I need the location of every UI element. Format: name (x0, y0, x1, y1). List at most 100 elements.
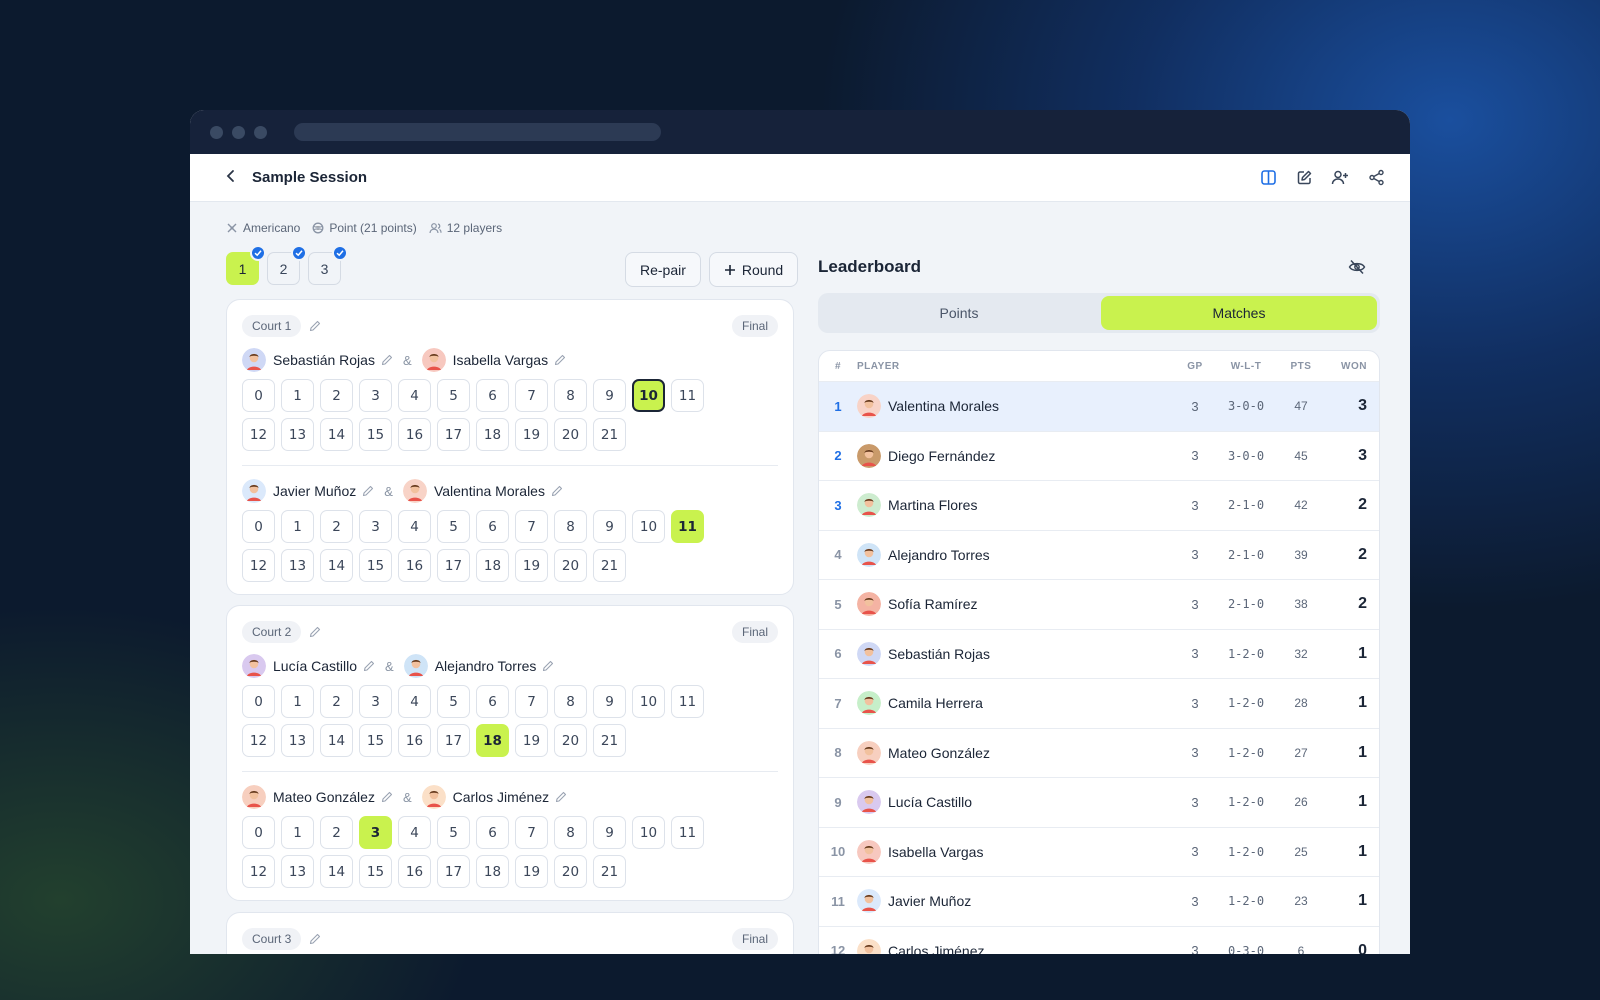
score-button[interactable]: 9 (593, 510, 626, 543)
score-button[interactable]: 15 (359, 418, 392, 451)
score-button[interactable]: 1 (281, 379, 314, 412)
table-row[interactable]: 4 Alejandro Torres 3 2-1-0 39 2 (819, 529, 1379, 580)
table-row[interactable]: 7 Camila Herrera 3 1-2-0 28 1 (819, 678, 1379, 728)
score-button[interactable]: 3 (359, 816, 392, 849)
score-button[interactable]: 16 (398, 855, 431, 888)
score-button[interactable]: 6 (476, 816, 509, 849)
score-button[interactable]: 11 (671, 816, 704, 849)
score-button[interactable]: 10 (632, 816, 665, 849)
window-dot[interactable] (210, 125, 223, 139)
score-button[interactable]: 12 (242, 418, 275, 451)
round-tab-2[interactable]: 2 (267, 245, 307, 285)
score-button[interactable]: 7 (515, 685, 548, 718)
score-button[interactable]: 10 (632, 510, 665, 543)
score-button[interactable]: 14 (320, 724, 353, 757)
window-dot[interactable] (254, 125, 267, 139)
score-button[interactable]: 9 (593, 685, 626, 718)
score-button[interactable]: 18 (476, 549, 509, 582)
split-view-button[interactable] (1258, 168, 1278, 188)
score-button[interactable]: 16 (398, 724, 431, 757)
back-button[interactable] (224, 167, 248, 188)
score-button[interactable]: 20 (554, 855, 587, 888)
table-row[interactable]: 6 Sebastián Rojas 3 1-2-0 32 1 (819, 628, 1379, 679)
edit-player-button[interactable] (381, 354, 393, 366)
score-button[interactable]: 21 (593, 855, 626, 888)
table-row[interactable]: 2 Diego Fernández 3 3-0-0 45 3 (819, 430, 1379, 481)
add-round-button[interactable]: Round (708, 252, 799, 287)
score-button[interactable]: 6 (476, 379, 509, 412)
score-button[interactable]: 2 (320, 510, 353, 543)
score-button[interactable]: 2 (320, 379, 353, 412)
score-button[interactable]: 4 (398, 379, 431, 412)
edit-player-button[interactable] (542, 660, 554, 672)
add-player-button[interactable] (1330, 168, 1350, 188)
edit-button[interactable] (1294, 168, 1314, 188)
re-pair-button[interactable]: Re-pair (625, 252, 701, 287)
score-button[interactable]: 17 (437, 724, 470, 757)
score-button[interactable]: 8 (554, 685, 587, 718)
table-row[interactable]: 3 Martina Flores 3 2-1-0 42 2 (819, 480, 1379, 530)
score-button[interactable]: 5 (437, 685, 470, 718)
url-bar[interactable] (294, 123, 661, 141)
score-button[interactable]: 19 (515, 549, 548, 582)
tab-matches[interactable]: Matches (1101, 296, 1377, 330)
score-button[interactable]: 9 (593, 816, 626, 849)
score-button[interactable]: 1 (281, 510, 314, 543)
score-button[interactable]: 9 (593, 379, 626, 412)
score-button[interactable]: 0 (242, 685, 275, 718)
score-button[interactable]: 19 (515, 418, 548, 451)
score-button[interactable]: 12 (242, 855, 275, 888)
col-gp[interactable]: GP (1175, 361, 1215, 372)
score-button[interactable]: 12 (242, 549, 275, 582)
col-player[interactable]: PLAYER (857, 361, 1175, 372)
score-button[interactable]: 7 (515, 816, 548, 849)
score-button[interactable]: 18 (476, 855, 509, 888)
score-button[interactable]: 8 (554, 510, 587, 543)
score-button[interactable]: 21 (593, 418, 626, 451)
score-button[interactable]: 12 (242, 724, 275, 757)
score-button[interactable]: 18 (476, 724, 509, 757)
table-row[interactable]: 8 Mateo González 3 1-2-0 27 1 (819, 727, 1379, 778)
score-button[interactable]: 3 (359, 510, 392, 543)
score-button[interactable]: 15 (359, 549, 392, 582)
score-button[interactable]: 15 (359, 724, 392, 757)
score-button[interactable]: 11 (671, 510, 704, 543)
score-button[interactable]: 6 (476, 685, 509, 718)
score-button[interactable]: 7 (515, 379, 548, 412)
score-button[interactable]: 10 (632, 685, 665, 718)
score-button[interactable]: 1 (281, 685, 314, 718)
table-row[interactable]: 1 Valentina Morales 3 3-0-0 47 3 (819, 381, 1379, 431)
score-button[interactable]: 5 (437, 816, 470, 849)
score-button[interactable]: 8 (554, 816, 587, 849)
window-dot[interactable] (232, 125, 245, 139)
edit-player-button[interactable] (551, 485, 563, 497)
share-button[interactable] (1366, 168, 1386, 188)
col-won[interactable]: WON (1325, 361, 1379, 372)
tab-points[interactable]: Points (821, 296, 1097, 330)
score-button[interactable]: 2 (320, 685, 353, 718)
score-button[interactable]: 14 (320, 855, 353, 888)
col-wlt[interactable]: W-L-T (1215, 361, 1277, 372)
score-button[interactable]: 21 (593, 549, 626, 582)
score-button[interactable]: 0 (242, 379, 275, 412)
score-button[interactable]: 18 (476, 418, 509, 451)
edit-player-button[interactable] (555, 791, 567, 803)
edit-player-button[interactable] (554, 354, 566, 366)
score-button[interactable]: 11 (671, 379, 704, 412)
score-button[interactable]: 16 (398, 418, 431, 451)
score-button[interactable]: 3 (359, 685, 392, 718)
score-button[interactable]: 0 (242, 816, 275, 849)
score-button[interactable]: 5 (437, 510, 470, 543)
hide-leaderboard-button[interactable] (1348, 259, 1366, 280)
table-row[interactable]: 5 Sofía Ramírez 3 2-1-0 38 2 (819, 579, 1379, 629)
table-row[interactable]: 11 Javier Muñoz 3 1-2-0 23 1 (819, 876, 1379, 926)
table-row[interactable]: 9 Lucía Castillo 3 1-2-0 26 1 (819, 777, 1379, 827)
score-button[interactable]: 14 (320, 418, 353, 451)
score-button[interactable]: 2 (320, 816, 353, 849)
score-button[interactable]: 20 (554, 724, 587, 757)
score-button[interactable]: 11 (671, 685, 704, 718)
score-button[interactable]: 17 (437, 418, 470, 451)
score-button[interactable]: 10 (632, 379, 665, 412)
round-tab-1[interactable]: 1 (226, 245, 266, 285)
rename-court-button[interactable] (309, 320, 321, 332)
